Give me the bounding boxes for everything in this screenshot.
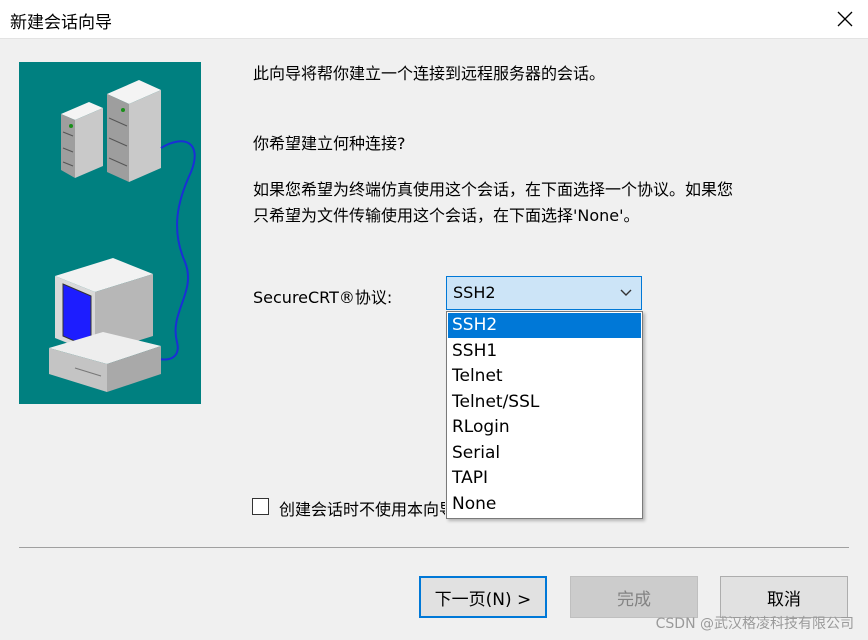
- intro-text: 此向导将帮你建立一个连接到远程服务器的会话。: [253, 64, 606, 83]
- protocol-option-rlogin[interactable]: RLogin: [448, 415, 641, 440]
- protocol-option-serial[interactable]: Serial: [448, 441, 641, 466]
- window-title: 新建会话向导: [10, 13, 112, 33]
- title-divider: [0, 38, 868, 39]
- protocol-option-ssh1[interactable]: SSH1: [448, 339, 641, 364]
- protocol-label: SecureCRT®协议:: [253, 288, 393, 307]
- watermark: CSDN @武汉格凌科技有限公司: [655, 616, 854, 632]
- cancel-button[interactable]: 取消: [720, 576, 848, 618]
- chevron-down-icon: [620, 289, 632, 296]
- finish-button[interactable]: 完成: [570, 576, 698, 618]
- title-bar: 新建会话向导: [0, 0, 868, 38]
- protocol-select[interactable]: SSH2: [446, 276, 642, 310]
- wizard-illustration: [19, 62, 201, 404]
- help-text-line-1: 如果您希望为终端仿真使用这个会话，在下面选择一个协议。如果您: [253, 180, 734, 199]
- server-computer-icon: [49, 80, 196, 392]
- question-text: 你希望建立何种连接?: [253, 134, 406, 153]
- skip-wizard-label[interactable]: 创建会话时不使用本向导: [279, 496, 445, 520]
- skip-wizard-checkbox[interactable]: [252, 498, 269, 515]
- next-button[interactable]: 下一页(N) >: [419, 576, 547, 618]
- protocol-option-tapi[interactable]: TAPI: [448, 466, 641, 491]
- protocol-option-telnet[interactable]: Telnet: [448, 364, 641, 389]
- help-text-line-2: 只希望为文件传输使用这个会话，在下面选择'None'。: [253, 206, 640, 225]
- close-button[interactable]: [822, 0, 868, 38]
- protocol-option-ssh2[interactable]: SSH2: [448, 313, 641, 338]
- close-icon: [837, 11, 853, 27]
- protocol-dropdown-list[interactable]: SSH2 SSH1 Telnet Telnet/SSL RLogin Seria…: [446, 311, 643, 519]
- protocol-option-none[interactable]: None: [448, 492, 641, 517]
- button-separator: [19, 547, 849, 548]
- protocol-selected-value: SSH2: [453, 283, 496, 302]
- protocol-option-telnet-ssl[interactable]: Telnet/SSL: [448, 390, 641, 415]
